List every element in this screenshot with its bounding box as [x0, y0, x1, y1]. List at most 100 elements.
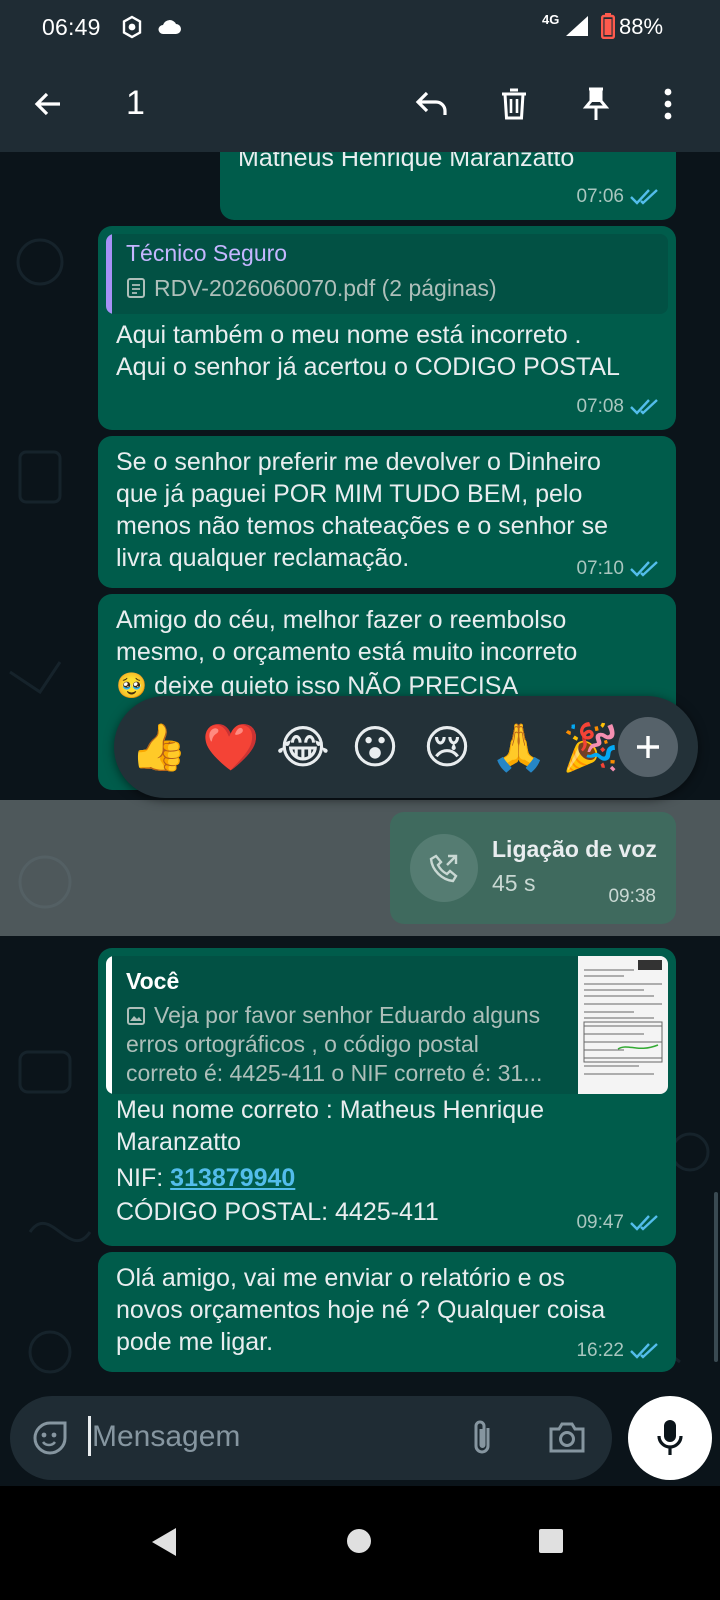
reaction-thumbs-up[interactable]: 👍	[126, 718, 192, 776]
message-line: Aqui o senhor já acertou o CODIGO POSTAL	[116, 353, 620, 381]
message-bubble-outgoing[interactable]: Você Veja por favor senhor Eduardo algun…	[98, 948, 676, 1246]
reply-icon	[415, 91, 447, 115]
quote-author: Você	[126, 968, 180, 994]
reaction-heart[interactable]: ❤️	[198, 718, 264, 776]
pin-button[interactable]	[574, 82, 618, 126]
message-bubble-outgoing[interactable]: Se o senhor preferir me devolver o Dinhe…	[98, 436, 676, 588]
double-check-icon	[630, 1343, 658, 1359]
attach-button[interactable]	[468, 1418, 498, 1463]
nif-label: NIF:	[116, 1164, 171, 1192]
system-navigation-bar	[0, 1486, 720, 1600]
double-check-icon	[630, 399, 658, 415]
reaction-laugh[interactable]: 😂	[270, 718, 336, 776]
camera-button[interactable]	[548, 1420, 586, 1459]
more-reactions-button[interactable]	[618, 717, 678, 777]
call-title: Ligação de voz	[492, 836, 657, 862]
message-line: Se o senhor preferir me devolver o Dinhe…	[116, 448, 601, 476]
message-line: Olá amigo, vai me enviar o relatório e o…	[116, 1264, 565, 1292]
message-line: mesmo, o orçamento está muito incorreto	[116, 638, 578, 666]
plus-icon	[637, 736, 659, 758]
battery-percent: 88%	[619, 14, 664, 39]
quote-author: Técnico Seguro	[126, 240, 288, 266]
reply-button[interactable]	[410, 82, 454, 126]
double-check-icon	[630, 561, 658, 577]
sticker-icon	[33, 1421, 67, 1455]
more-vert-icon	[664, 88, 672, 120]
battery-icon	[601, 13, 616, 44]
nav-recents-button[interactable]	[538, 1528, 564, 1559]
call-duration: 45 s	[492, 870, 536, 896]
reaction-surprised[interactable]: 😮	[342, 718, 408, 776]
nav-home-button[interactable]	[346, 1528, 372, 1559]
voice-message-button[interactable]	[628, 1396, 712, 1480]
camera-icon	[549, 1422, 585, 1453]
vpn-shield-icon	[120, 15, 144, 44]
reaction-sad[interactable]: 😢	[414, 718, 480, 776]
chat-messages[interactable]: Matheus Henrique Maranzatto 07:06 Técnic…	[0, 152, 720, 1408]
quote-text: RDV-2026060070.pdf (2 páginas)	[154, 275, 497, 301]
document-icon	[126, 277, 146, 304]
message-line: novos orçamentos hoje né ? Qualquer cois…	[116, 1296, 606, 1324]
message-time: 09:38	[608, 886, 656, 907]
message-meta: 07:08	[576, 396, 660, 418]
paperclip-icon	[474, 1420, 490, 1454]
message-text: Matheus Henrique Maranzatto	[238, 152, 575, 172]
reactions-bar: 👍 ❤️ 😂 😮 😢 🙏 🎉	[114, 696, 698, 798]
delete-button[interactable]	[492, 82, 536, 126]
mic-icon	[657, 1420, 683, 1455]
trash-icon	[502, 88, 526, 120]
message-time: 09:47	[576, 1212, 624, 1233]
phone-outgoing-icon	[429, 854, 458, 883]
quote-accent-bar	[106, 234, 112, 314]
voice-call-bubble[interactable]: Ligação de voz 45 s 09:38	[390, 812, 676, 924]
scrollbar[interactable]	[714, 1192, 718, 1362]
message-input[interactable]: Mensagem	[92, 1420, 240, 1454]
message-bubble-outgoing[interactable]: Olá amigo, vai me enviar o relatório e o…	[98, 1252, 676, 1372]
message-time: 07:10	[576, 558, 624, 579]
message-time: 07:06	[576, 186, 624, 207]
message-bubble-outgoing[interactable]: Matheus Henrique Maranzatto 07:06	[220, 152, 676, 220]
message-meta: 09:47	[576, 1212, 660, 1234]
image-icon	[126, 1006, 146, 1031]
message-meta: 07:10	[576, 558, 660, 580]
message-line: pode me ligar.	[116, 1328, 274, 1356]
quote-text-line: erros ortográficos , o código postal	[126, 1031, 479, 1057]
nif-line: NIF: 313879940	[116, 1162, 295, 1195]
reaction-pray[interactable]: 🙏	[486, 718, 552, 776]
network-type: 4G	[542, 12, 560, 27]
nav-home-icon	[347, 1529, 371, 1553]
nav-back-icon	[152, 1528, 176, 1556]
selection-action-bar: 1	[0, 56, 720, 152]
quoted-message[interactable]: Você Veja por favor senhor Eduardo algun…	[106, 956, 668, 1094]
message-line: livra qualquer reclamação.	[116, 544, 410, 572]
quote-accent-bar	[106, 956, 112, 1094]
more-options-button[interactable]	[646, 82, 690, 126]
reaction-party[interactable]: 🎉	[558, 718, 624, 776]
message-line: CÓDIGO POSTAL: 4425-411	[116, 1198, 439, 1226]
message-line: Maranzatto	[116, 1128, 242, 1156]
message-time: 07:08	[576, 396, 624, 417]
cloud-icon	[156, 16, 182, 41]
double-check-icon	[630, 189, 658, 205]
nav-back-button[interactable]	[150, 1526, 178, 1563]
pin-icon	[582, 87, 610, 120]
document-thumbnail	[578, 956, 668, 1094]
message-bubble-outgoing[interactable]: Técnico Seguro RDV-2026060070.pdf (2 pág…	[98, 226, 676, 430]
signal-icon	[564, 14, 590, 43]
message-line: Aqui também o meu nome está incorreto .	[116, 321, 582, 349]
call-icon-circle	[410, 834, 478, 902]
double-check-icon	[630, 1215, 658, 1231]
status-time: 06:49	[42, 14, 101, 40]
quote-text-line: Veja por favor senhor Eduardo alguns	[154, 1002, 541, 1028]
nif-link[interactable]: 313879940	[170, 1164, 295, 1192]
message-line: menos não temos chateações e o senhor se	[116, 512, 608, 540]
sticker-button[interactable]	[32, 1420, 68, 1461]
quoted-message[interactable]: Técnico Seguro RDV-2026060070.pdf (2 pág…	[106, 234, 668, 314]
text-cursor	[88, 1416, 91, 1456]
message-meta: 16:22	[576, 1340, 660, 1362]
selected-count: 1	[126, 84, 145, 122]
message-composer: Mensagem	[10, 1396, 612, 1480]
arrow-left-icon	[34, 92, 60, 116]
message-meta: 07:06	[576, 186, 660, 208]
back-button[interactable]	[26, 82, 70, 126]
